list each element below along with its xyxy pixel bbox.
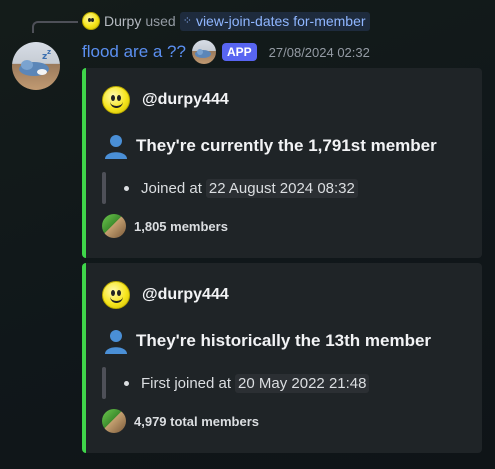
interaction-line: Durpy used ⁘ view-join-dates for-member (82, 10, 370, 32)
message-timestamp[interactable]: 27/08/2024 02:32 (269, 45, 370, 60)
bullet-label: First joined at (141, 374, 232, 392)
author-mini-avatar (191, 40, 216, 64)
embed-current-position: @durpy444 They're currently the 1,791st … (82, 68, 482, 258)
footer-text: 4,979 total members (134, 413, 260, 429)
embed-title-row: They're currently the 1,791st member (102, 132, 437, 160)
invoker-name[interactable]: Durpy (104, 13, 141, 29)
server-icon (102, 409, 126, 433)
timestamp-pill[interactable]: 20 May 2022 21:48 (235, 373, 370, 393)
used-text: used (145, 13, 176, 29)
smiley-face-icon (102, 86, 130, 114)
bust-in-silhouette-icon (105, 135, 127, 159)
list-item: Joined at 22 August 2024 08:32 (124, 178, 358, 198)
invoker-avatar-icon[interactable] (82, 12, 100, 30)
embed-author: @durpy444 (102, 281, 229, 309)
embed-author: @durpy444 (102, 86, 229, 114)
reply-connector (32, 21, 78, 33)
footer-text: 1,805 members (134, 218, 228, 234)
quote-bar (102, 367, 106, 399)
message-header: flood are a ?? APP 27/08/2024 02:32 (82, 40, 370, 64)
author-name[interactable]: flood are a ?? (82, 42, 186, 62)
svg-text:z: z (47, 48, 51, 56)
command-mention[interactable]: ⁘ view-join-dates for-member (179, 11, 370, 31)
smiley-face-icon (102, 281, 130, 309)
block-quote: First joined at 20 May 2022 21:48 (102, 367, 370, 399)
server-icon (102, 214, 126, 238)
embed-title: They're historically the 13th member (136, 331, 432, 350)
embed-footer: 1,805 members (102, 214, 228, 238)
command-name: view-join-dates for-member (195, 12, 366, 29)
block-quote: Joined at 22 August 2024 08:32 (102, 172, 358, 204)
sleeping-creature-icon: z z (19, 48, 51, 76)
embed-author-name: @durpy444 (142, 286, 229, 303)
bullet-icon (124, 380, 129, 386)
bullet-label: Joined at (141, 179, 202, 197)
embed-historical-position: @durpy444 They're historically the 13th … (82, 263, 482, 453)
embed-author-name: @durpy444 (142, 91, 229, 108)
list-item: First joined at 20 May 2022 21:48 (124, 373, 370, 393)
timestamp-pill[interactable]: 22 August 2024 08:32 (205, 178, 358, 198)
embed-footer: 4,979 total members (102, 409, 259, 433)
app-badge: APP (221, 43, 257, 61)
slash-command-icon: ⁘ (182, 15, 192, 27)
quote-bar (102, 172, 106, 204)
bust-in-silhouette-icon (105, 330, 127, 354)
mini-creature-icon (194, 49, 211, 58)
embed-title-row: They're historically the 13th member (102, 327, 431, 355)
bullet-icon (124, 185, 129, 191)
embed-title: They're currently the 1,791st member (136, 136, 437, 155)
bot-avatar[interactable]: z z (12, 42, 60, 90)
chat-message: Durpy used ⁘ view-join-dates for-member … (0, 0, 495, 469)
